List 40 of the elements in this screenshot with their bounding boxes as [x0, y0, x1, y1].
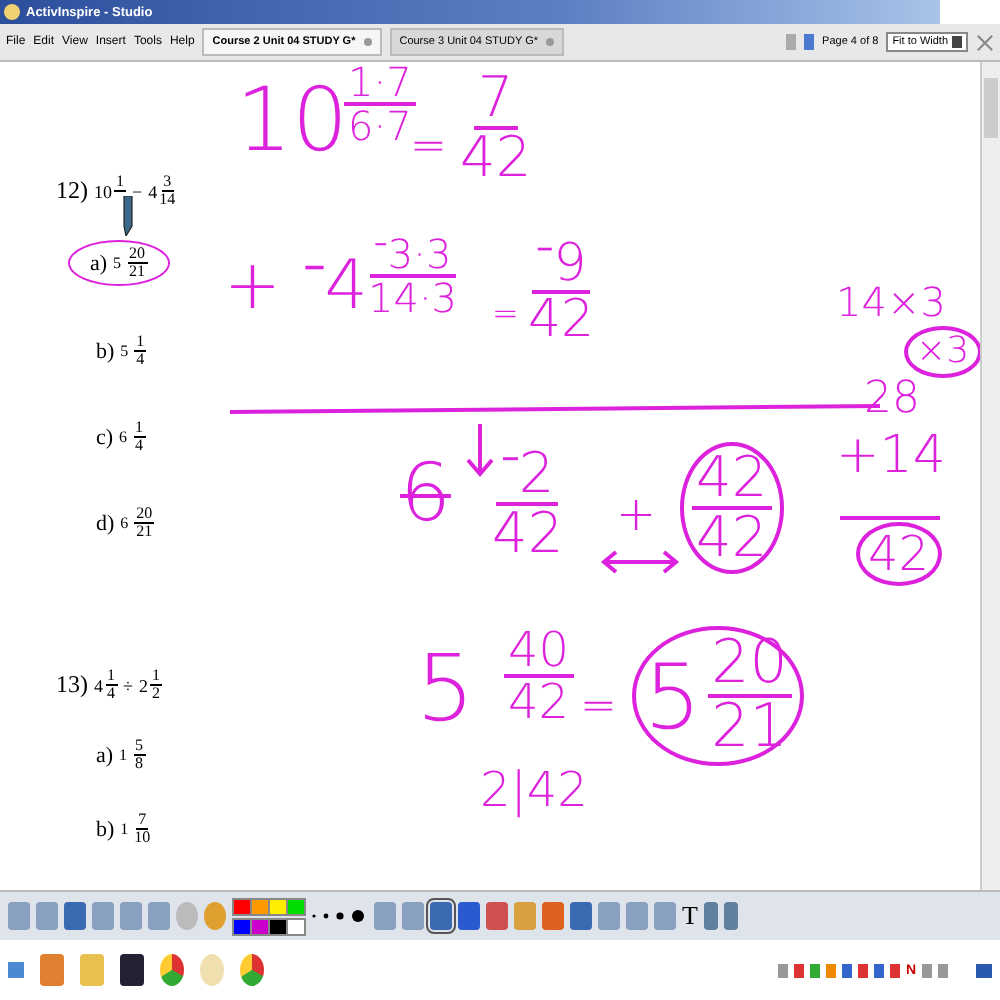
handwritten-fraction: 1·7 6·7	[344, 62, 416, 146]
handwritten-text: =	[410, 126, 447, 170]
handwritten-fraction: 40 42	[504, 626, 574, 726]
color-swatch[interactable]	[286, 897, 306, 915]
handwritten-text: 42	[856, 522, 942, 586]
handwritten-fraction: 7 42	[460, 70, 532, 186]
scrollbar[interactable]	[980, 62, 1000, 890]
color-swatch[interactable]	[232, 897, 252, 915]
handwritten-text: 28	[864, 378, 920, 422]
handwritten-fraction: ⁻2 42	[492, 446, 564, 562]
handwritten-text: 10	[236, 78, 348, 166]
text-tool[interactable]: T	[682, 900, 698, 932]
handwritten-fraction: ⁻3·3 14·3	[368, 234, 458, 318]
down-arrow	[466, 422, 494, 478]
handwritten-text: +14	[836, 430, 946, 482]
handwritten-text: =	[492, 298, 519, 330]
handwritten-text: +	[616, 490, 657, 538]
handwritten-fraction: 42 42	[680, 442, 784, 574]
handwritten-text: + ⁻4	[224, 252, 368, 320]
operator: −	[132, 181, 143, 201]
question-number: 13)	[56, 670, 88, 700]
handwritten-fraction: ⁻9 42	[528, 238, 595, 346]
handwritten-text: 6	[400, 454, 451, 534]
mixed-number: 10 1	[94, 174, 126, 205]
operator: ÷	[123, 675, 133, 695]
color-swatch[interactable]	[232, 917, 252, 935]
color-swatch[interactable]	[250, 897, 270, 915]
pen-cursor-icon	[118, 196, 134, 236]
question-number: 12)	[56, 176, 88, 206]
color-swatch[interactable]	[268, 917, 288, 935]
handwritten-text: 14×3	[836, 282, 946, 322]
color-swatch[interactable]	[250, 917, 270, 935]
handwritten-text: 5	[416, 642, 475, 734]
pen-size-icon[interactable]	[308, 906, 368, 926]
handwritten-text: =	[580, 686, 617, 730]
color-swatch[interactable]	[286, 917, 306, 935]
color-swatch[interactable]	[268, 897, 288, 915]
ink-line	[840, 514, 940, 522]
handwritten-text: 2|42	[480, 766, 588, 814]
double-arrow	[600, 548, 680, 576]
